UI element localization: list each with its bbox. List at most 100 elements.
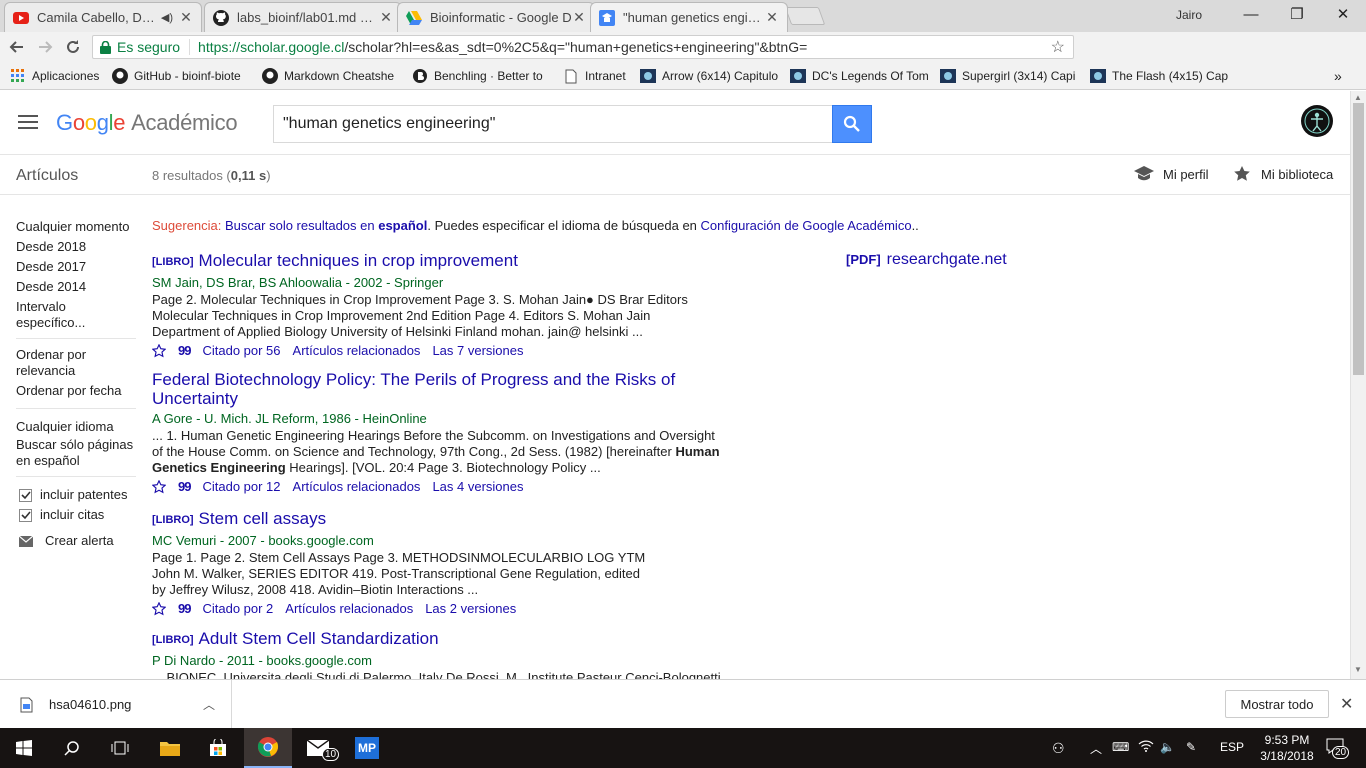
include-patents-checkbox[interactable]: incluir patentes xyxy=(16,485,136,505)
google-scholar-logo[interactable]: Google Académico xyxy=(56,110,238,136)
related-articles-link[interactable]: Artículos relacionados xyxy=(293,479,421,495)
bookmark-apps[interactable]: Aplicaciones xyxy=(10,68,110,84)
filter-spanish-only[interactable]: Buscar sólo páginas en español xyxy=(16,437,136,469)
my-profile-link[interactable]: Mi perfil xyxy=(1134,166,1209,182)
security-label[interactable]: Es seguro xyxy=(117,39,191,55)
filter-any-time[interactable]: Cualquier momento xyxy=(16,217,136,237)
save-star-icon[interactable] xyxy=(152,344,166,358)
bookmark-benchling[interactable]: Benchling · Better to xyxy=(412,68,550,84)
cite-quote-icon[interactable]: 99 xyxy=(178,479,192,495)
back-button[interactable] xyxy=(6,36,28,58)
hamburger-menu-icon[interactable] xyxy=(18,114,38,130)
download-item[interactable]: hsa04610.png ︿ xyxy=(0,680,232,729)
tab-google-drive[interactable]: Bioinformatic - Google D ✕ xyxy=(397,2,595,32)
windows-start-icon[interactable] xyxy=(0,728,48,768)
address-bar[interactable]: Es seguro https://scholar.google.cl/scho… xyxy=(92,35,1074,59)
result-title[interactable]: [LIBRO] Stem cell assays xyxy=(152,509,732,530)
save-star-icon[interactable] xyxy=(152,602,166,616)
related-articles-link[interactable]: Artículos relacionados xyxy=(285,601,413,617)
maximize-icon[interactable]: ❐ xyxy=(1274,0,1320,28)
tab-github[interactable]: labs_bioinf/lab01.md at m ✕ xyxy=(204,2,402,32)
result-title[interactable]: Federal Biotechnology Policy: The Perils… xyxy=(152,370,692,408)
search-icon[interactable] xyxy=(48,728,96,768)
cited-by-link[interactable]: Citado por 12 xyxy=(202,479,280,495)
create-alert-link[interactable]: Crear alerta xyxy=(16,531,136,551)
wifi-icon[interactable] xyxy=(1138,740,1154,752)
profile-name[interactable]: Jairo xyxy=(1176,8,1202,22)
store-icon[interactable] xyxy=(194,728,242,768)
pen-icon[interactable]: ✎ xyxy=(1186,740,1196,754)
keyboard-icon[interactable]: ⌨ xyxy=(1112,740,1129,754)
bookmark-markdown-cheatsheet[interactable]: Markdown Cheatshe xyxy=(262,68,400,84)
scroll-down-icon[interactable]: ▼ xyxy=(1354,665,1362,674)
bookmark-legends[interactable]: DC's Legends Of Tom xyxy=(790,68,928,84)
clock[interactable]: 9:53 PM 3/18/2018 xyxy=(1255,732,1319,764)
result-title[interactable]: [LIBRO] Adult Stem Cell Standardization xyxy=(152,629,732,650)
bookmark-the-flash[interactable]: The Flash (4x15) Capi xyxy=(1090,68,1228,84)
new-tab-button[interactable] xyxy=(784,7,826,25)
show-all-downloads-button[interactable]: Mostrar todo xyxy=(1225,690,1329,718)
filter-since-2018[interactable]: Desde 2018 xyxy=(16,237,136,257)
pdf-side-link[interactable]: [PDF] researchgate.net xyxy=(846,251,1007,269)
file-explorer-icon[interactable] xyxy=(146,728,194,768)
language-indicator[interactable]: ESP xyxy=(1220,740,1244,754)
mail-icon[interactable]: 10 xyxy=(294,728,342,768)
scholar-settings-link[interactable]: Configuración de Google Académico xyxy=(701,218,912,233)
cited-by-link[interactable]: Citado por 2 xyxy=(202,601,273,617)
filter-custom-range[interactable]: Intervalo específico... xyxy=(16,299,136,331)
close-window-icon[interactable]: ✕ xyxy=(1320,0,1366,28)
bookmark-github-bioinf[interactable]: GitHub - bioinf-biote xyxy=(112,68,250,84)
cite-quote-icon[interactable]: 99 xyxy=(178,601,192,617)
cited-by-link[interactable]: Citado por 56 xyxy=(202,343,280,359)
related-articles-link[interactable]: Artículos relacionados xyxy=(293,343,421,359)
avatar[interactable] xyxy=(1301,105,1333,137)
close-tab-icon[interactable]: ✕ xyxy=(379,9,393,26)
tab-youtube[interactable]: Camila Cabello, Dadd ◀) ✕ xyxy=(4,2,202,32)
sort-by-date[interactable]: Ordenar por fecha xyxy=(16,381,136,401)
section-title[interactable]: Artículos xyxy=(16,167,78,185)
versions-link[interactable]: Las 4 versiones xyxy=(432,479,523,495)
audio-playing-icon[interactable]: ◀) xyxy=(161,11,173,24)
close-tab-icon[interactable]: ✕ xyxy=(572,9,586,26)
page-scrollbar[interactable]: ▲ ▼ xyxy=(1350,91,1366,679)
search-button[interactable] xyxy=(832,105,872,143)
bookmark-intranet[interactable]: Intranet xyxy=(563,68,631,84)
chevron-up-icon[interactable]: ︿ xyxy=(1090,740,1102,757)
chevron-up-icon[interactable]: ︿ xyxy=(203,696,215,713)
close-downloads-icon[interactable]: ✕ xyxy=(1340,694,1353,714)
minimize-icon[interactable]: — xyxy=(1228,0,1274,28)
notifications-icon[interactable]: 20 xyxy=(1326,738,1350,759)
result-title[interactable]: [LIBRO] Molecular techniques in crop impr… xyxy=(152,251,732,272)
versions-link[interactable]: Las 7 versiones xyxy=(432,343,523,359)
benchling-icon xyxy=(412,68,428,84)
spanish-only-link[interactable]: Buscar solo resultados en español xyxy=(225,218,427,233)
versions-link[interactable]: Las 2 versiones xyxy=(425,601,516,617)
bookmark-supergirl[interactable]: Supergirl (3x14) Capi xyxy=(940,68,1078,84)
volume-icon[interactable]: 🔈 xyxy=(1160,740,1175,754)
mp-app-icon[interactable]: MP xyxy=(343,728,391,768)
filter-any-language[interactable]: Cualquier idioma xyxy=(16,417,136,437)
forward-button[interactable] xyxy=(34,36,56,58)
more-bookmarks-button[interactable]: » xyxy=(1334,68,1342,84)
reload-button[interactable] xyxy=(62,36,84,58)
task-view-icon[interactable] xyxy=(96,728,144,768)
my-library-link[interactable]: Mi biblioteca xyxy=(1234,166,1333,182)
lock-icon[interactable] xyxy=(100,40,111,54)
scrollbar-thumb[interactable] xyxy=(1353,103,1364,375)
sort-by-relevance[interactable]: Ordenar por relevancia xyxy=(16,347,136,379)
url-text[interactable]: https://scholar.google.cl/scholar?hl=es&… xyxy=(198,39,807,55)
close-tab-icon[interactable]: ✕ xyxy=(179,9,193,26)
bookmark-star-icon[interactable]: ☆ xyxy=(1051,37,1065,57)
filter-since-2017[interactable]: Desde 2017 xyxy=(16,257,136,277)
search-input[interactable] xyxy=(273,105,833,143)
tab-google-scholar[interactable]: "human genetics engineer ✕ xyxy=(590,2,788,32)
save-star-icon[interactable] xyxy=(152,480,166,494)
cite-quote-icon[interactable]: 99 xyxy=(178,343,192,359)
filter-since-2014[interactable]: Desde 2014 xyxy=(16,277,136,297)
scroll-up-icon[interactable]: ▲ xyxy=(1354,93,1362,102)
bookmark-arrow[interactable]: Arrow (6x14) Capitulo xyxy=(640,68,778,84)
include-citations-checkbox[interactable]: incluir citas xyxy=(16,505,136,525)
people-icon[interactable]: ⚇ xyxy=(1052,740,1065,757)
close-tab-icon[interactable]: ✕ xyxy=(765,9,779,26)
chrome-icon[interactable] xyxy=(244,728,292,768)
